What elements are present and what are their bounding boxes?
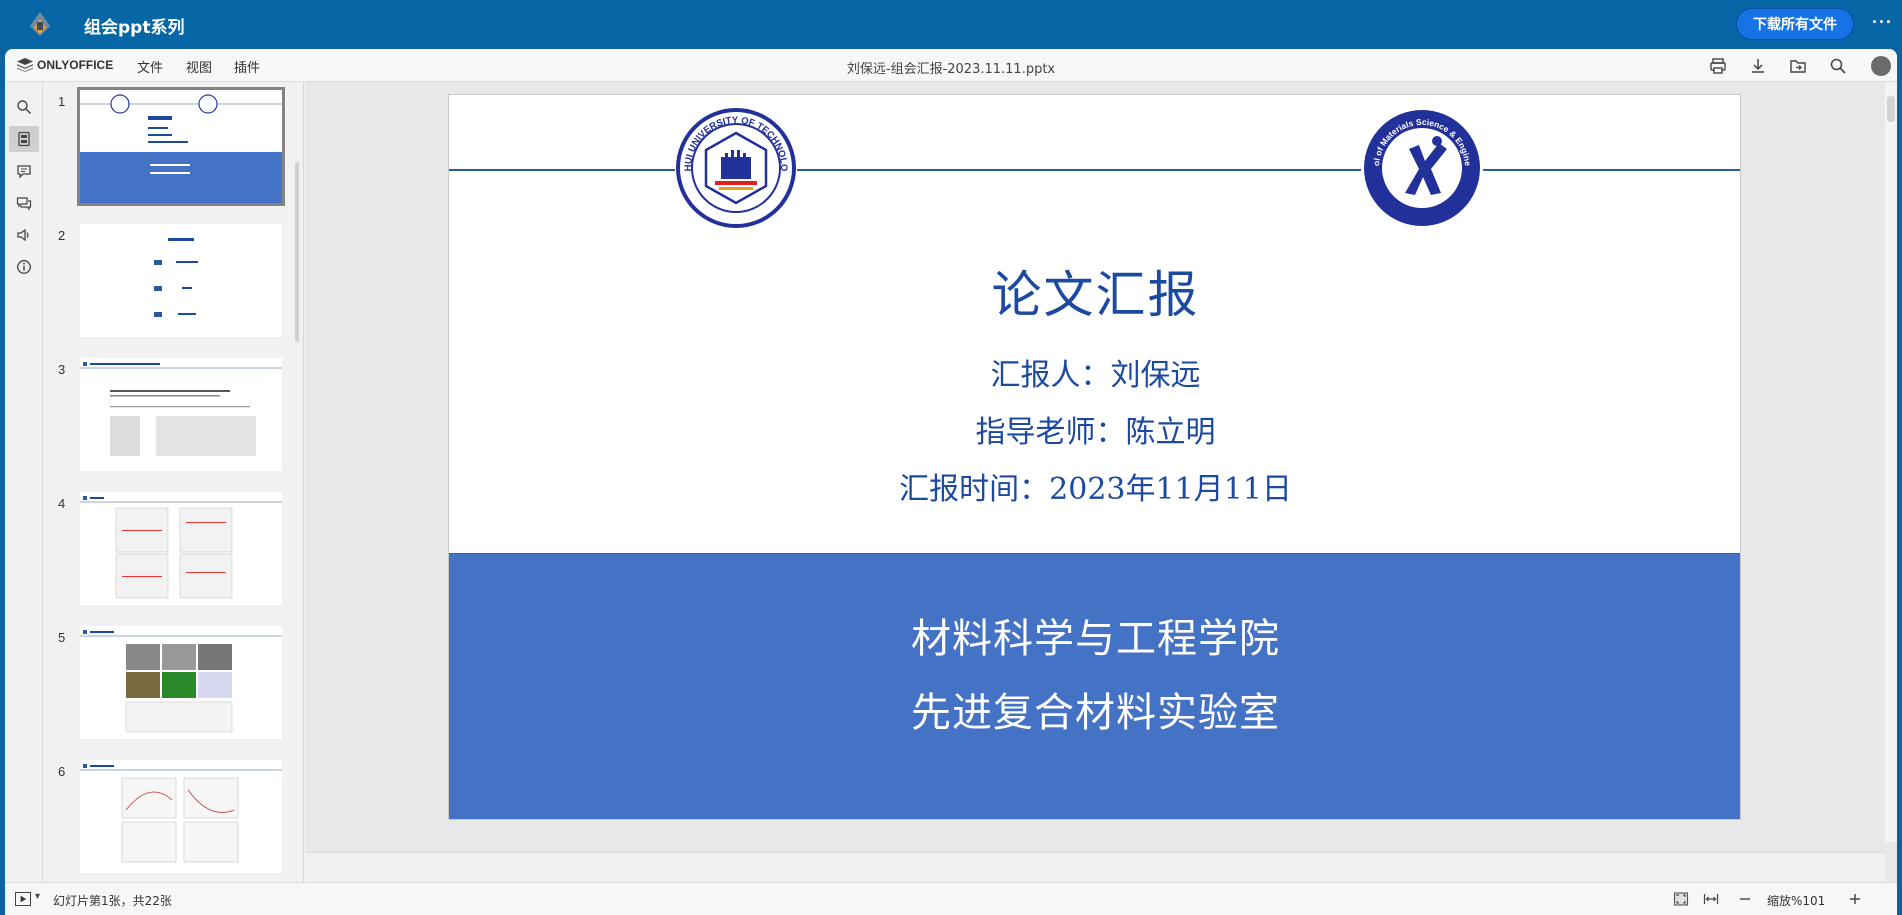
search-icon[interactable] [1827,55,1849,77]
download-icon[interactable] [1747,55,1769,77]
editor-window: ONLYOFFICE 文件 视图 插件 刘保远-组会汇报-2023.11.11.… [5,49,1897,915]
app-header: 组会ppt系列 下载所有文件 ··· [0,0,1902,48]
user-avatar[interactable] [1871,56,1891,76]
more-options-icon[interactable]: ··· [1872,12,1893,33]
slides-icon[interactable] [9,126,39,152]
left-sidebar [5,82,43,882]
speaker-icon[interactable] [9,222,39,248]
canvas-vertical-scrollbar[interactable] [1885,82,1897,842]
lab-name: 先进复合材料实验室 [911,690,1280,736]
thumbnail-3[interactable]: 3 [44,354,294,474]
slide-title: 论文汇报 [991,266,1200,324]
thumbnail-preview[interactable] [80,224,282,337]
fit-width-icon[interactable] [1701,890,1721,908]
thumbnail-preview[interactable] [80,492,282,605]
header-rule [449,169,1740,171]
zoom-in-icon[interactable] [1845,890,1865,908]
status-bar: ▾ 幻灯片第1张，共22张 缩放%101 [5,882,1897,915]
fit-slide-icon[interactable] [1671,890,1691,908]
app-logo-icon [24,8,56,40]
scrollbar-thumb[interactable] [1887,96,1895,122]
date-line: 汇报时间：2023年11月11日 [899,472,1292,507]
document-title: 刘保远-组会汇报-2023.11.11.pptx [846,62,1056,77]
thumbnail-panel-scrollbar[interactable] [295,162,299,342]
thumbnail-number: 1 [58,94,66,109]
canvas-bottom-area [305,852,1885,882]
thumbnail-number: 2 [58,228,66,243]
info-icon[interactable] [9,254,39,280]
thumbnail-preview[interactable] [80,760,282,873]
chevron-down-icon[interactable]: ▾ [35,891,40,902]
advisor-line: 指导老师：陈立明 [975,415,1216,450]
slide-thumbnails-panel: 1 2 3 4 5 6 [44,82,304,882]
thumbnail-5[interactable]: 5 [44,622,294,742]
play-slideshow-icon[interactable] [15,892,31,906]
zoom-out-icon[interactable] [1735,890,1755,908]
thumbnail-preview[interactable] [80,626,282,739]
comments-icon[interactable] [9,158,39,184]
chat-icon[interactable] [9,190,39,216]
download-all-button[interactable]: 下载所有文件 [1736,8,1854,40]
thumbnail-number: 5 [58,630,66,645]
print-icon[interactable] [1707,55,1729,77]
school-name: 材料科学与工程学院 [911,616,1280,662]
materials-school-logo: School of Materials Science & Engineerin… [1358,99,1483,229]
thumbnail-2[interactable]: 2 [44,220,294,340]
thumbnail-number: 3 [58,362,66,377]
current-slide[interactable]: ANHUI UNIVERSITY OF TECHNOLOGY School of… [448,94,1741,820]
thumbnail-number: 6 [58,764,66,779]
editor-toolbar: ONLYOFFICE 文件 视图 插件 刘保远-组会汇报-2023.11.11.… [5,49,1897,82]
thumbnail-1[interactable]: 1 [44,86,294,206]
thumbnail-preview[interactable] [77,87,285,206]
reporter-line: 汇报人：刘保远 [990,358,1201,393]
footer-band: 材料科学与工程学院 先进复合材料实验室 [449,553,1740,819]
zoom-level: 缩放%101 [1767,894,1826,908]
slide-counter: 幻灯片第1张，共22张 [53,894,172,908]
thumbnail-6[interactable]: 6 [44,756,294,876]
thumbnail-preview[interactable] [80,358,282,471]
app-title: 组会ppt系列 [84,18,185,38]
slide-canvas: ANHUI UNIVERSITY OF TECHNOLOGY School of… [305,82,1897,882]
thumbnail-4[interactable]: 4 [44,488,294,608]
thumbnail-number: 4 [58,496,66,511]
search-icon[interactable] [9,94,39,120]
open-location-icon[interactable] [1787,55,1809,77]
ahut-university-logo: ANHUI UNIVERSITY OF TECHNOLOGY [671,99,797,229]
